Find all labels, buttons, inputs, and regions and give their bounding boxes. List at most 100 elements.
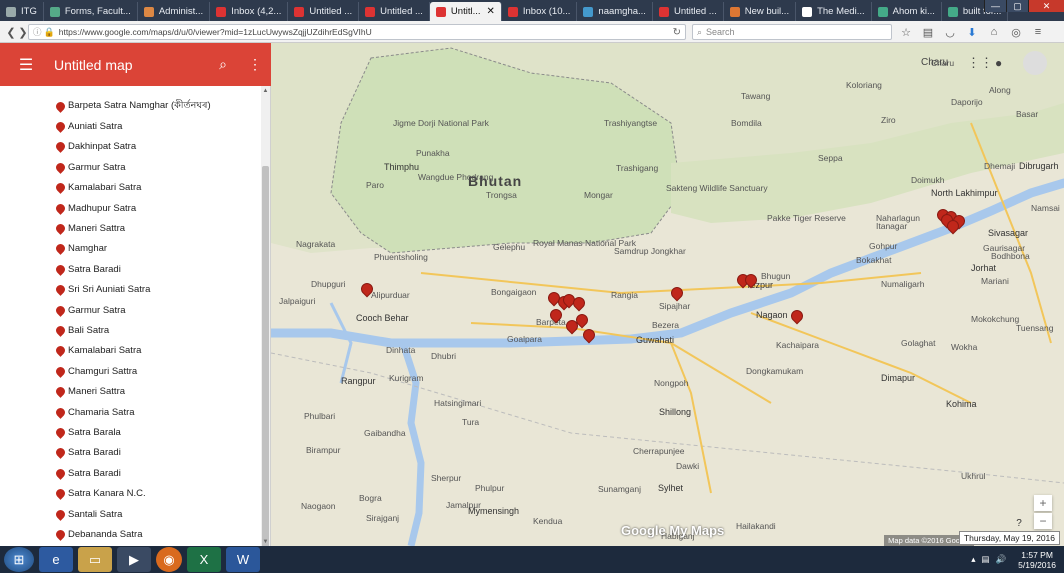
tab-favicon-icon xyxy=(143,6,154,17)
list-item[interactable]: Debananda Satra xyxy=(0,524,270,544)
zoom-out-button[interactable]: − xyxy=(1034,513,1052,529)
list-item[interactable]: Santali Satra xyxy=(0,504,270,524)
tab-label: Untitled ... xyxy=(673,6,717,17)
list-item[interactable]: Satra Barala xyxy=(0,422,270,442)
browser-tab[interactable]: Inbox (10... xyxy=(502,2,578,21)
place-name: Kamalabari Satra xyxy=(68,345,142,357)
zoom-in-button[interactable]: + xyxy=(1034,495,1052,511)
reload-icon[interactable]: ↻ xyxy=(673,27,681,38)
browser-tab[interactable]: Untitled ... xyxy=(653,2,724,21)
list-item[interactable]: Satra Baradi xyxy=(0,443,270,463)
tray-arrow-icon[interactable]: ▴ xyxy=(971,554,975,565)
tab-favicon-icon xyxy=(216,6,227,17)
browser-tab[interactable]: New buil... xyxy=(724,2,797,21)
info-icon: ⓘ xyxy=(33,27,42,37)
volume-icon[interactable]: 🔊 xyxy=(996,554,1007,565)
browser-tab[interactable]: Untitled ... xyxy=(359,2,430,21)
map-place-label: Samdrup Jongkhar xyxy=(614,246,686,256)
word-icon[interactable]: W xyxy=(226,547,260,572)
map-canvas[interactable]: Bhutan Thimphu Paro Punakha Wangdue Phodrang… xyxy=(271,43,1064,546)
map-place-label: Dhemaji xyxy=(984,161,1016,171)
list-item[interactable]: Dakhinpat Satra xyxy=(0,137,270,157)
url-bar[interactable]: ⓘ 🔒 https://www.google.com/maps/d/u/0/vi… xyxy=(28,24,686,40)
file-explorer-icon[interactable]: ▭ xyxy=(78,547,112,572)
map-place-label: Hatsingimari xyxy=(434,398,482,408)
list-item[interactable]: Chamguri Sattra xyxy=(0,361,270,381)
pocket-icon[interactable]: ◡ xyxy=(942,24,958,40)
browser-tab[interactable]: Inbox (4,2... xyxy=(210,2,289,21)
tab-label: New buil... xyxy=(744,6,790,17)
help-button[interactable]: ? xyxy=(1011,515,1027,531)
minimize-button[interactable]: — xyxy=(984,0,1006,12)
list-item[interactable]: Garmur Satra xyxy=(0,300,270,320)
search-icon[interactable]: ⌕ xyxy=(207,56,239,73)
browser-tab[interactable]: Administ... xyxy=(138,2,211,21)
close-tab-icon[interactable]: ✕ xyxy=(486,6,494,17)
map-title: Untitled map xyxy=(54,56,133,73)
browser-search-input[interactable]: ⌕ Search xyxy=(692,24,892,40)
system-clock[interactable]: 1:57 PM 5/19/2016 xyxy=(1018,550,1056,570)
list-item[interactable]: Barpeta Satra Namghar (কীৰ্তনঘৰ) xyxy=(0,96,270,116)
map-place-label: Basar xyxy=(1016,109,1039,119)
map-pin-icon xyxy=(54,466,67,480)
start-button[interactable]: ⊞ xyxy=(4,547,34,572)
list-item[interactable]: Satra Kanara N.C. xyxy=(0,483,270,503)
tab-label: The Medi... xyxy=(817,6,865,17)
download-icon[interactable]: ⬇ xyxy=(964,24,980,40)
browser-tab[interactable]: The Medi... xyxy=(796,2,872,21)
list-item[interactable]: Madhupur Satra xyxy=(0,198,270,218)
list-item[interactable]: Kamalabari Satra xyxy=(0,178,270,198)
map-pin-icon xyxy=(54,99,67,113)
map-pin-icon xyxy=(54,385,67,399)
map-place-label: Bokakhat xyxy=(856,255,892,265)
notifications-icon[interactable]: ● xyxy=(995,55,1011,71)
reading-list-icon[interactable]: ▤ xyxy=(920,24,936,40)
network-icon[interactable]: ▤ xyxy=(982,554,990,565)
browser-tab[interactable]: Ahom ki... xyxy=(872,2,942,21)
tab-label: naamgha... xyxy=(598,6,646,17)
sidebar-scrollbar[interactable]: ▲ ▼ xyxy=(261,86,270,566)
list-item[interactable]: Chamaria Satra xyxy=(0,402,270,422)
bookmark-star-icon[interactable]: ☆ xyxy=(898,24,914,40)
media-player-icon[interactable]: ▶ xyxy=(117,547,151,572)
chat-icon[interactable]: ◎ xyxy=(1008,24,1024,40)
list-item[interactable]: Maneri Sattra xyxy=(0,381,270,401)
more-options-icon[interactable]: ⋮ xyxy=(239,56,271,73)
map-place-label: Nagaon xyxy=(756,310,788,320)
list-item[interactable]: Satra Baradi xyxy=(0,463,270,483)
list-item[interactable]: Sri Sri Auniati Satra xyxy=(0,280,270,300)
browser-tab[interactable]: ITG xyxy=(0,2,44,21)
map-pin-icon xyxy=(54,262,67,276)
internet-explorer-icon[interactable]: e xyxy=(39,547,73,572)
list-item[interactable]: Namghar xyxy=(0,239,270,259)
map-place-label: Dawki xyxy=(676,461,700,471)
map-place-label: Dhubri xyxy=(431,351,457,361)
maximize-button[interactable]: ▢ xyxy=(1006,0,1028,12)
hamburger-menu-icon[interactable]: ≡ xyxy=(1030,24,1046,40)
browser-tab[interactable]: Forms, Facult... xyxy=(44,2,138,21)
map-place-label: Bongaigaon xyxy=(491,287,537,297)
apps-grid-icon[interactable]: ⋮⋮ xyxy=(967,55,993,71)
close-window-button[interactable]: ✕ xyxy=(1028,0,1064,12)
list-item[interactable]: Bali Satra xyxy=(0,320,270,340)
home-icon[interactable]: ⌂ xyxy=(986,24,1002,40)
avatar[interactable] xyxy=(1023,51,1047,75)
firefox-icon[interactable]: ◉ xyxy=(156,547,182,572)
tab-favicon-icon xyxy=(583,6,594,17)
tab-label: ITG xyxy=(21,6,37,17)
scroll-down-arrow-icon[interactable]: ▼ xyxy=(261,537,270,546)
excel-icon[interactable]: X xyxy=(187,547,221,572)
list-item[interactable]: Satra Baradi xyxy=(0,259,270,279)
list-item[interactable]: Auniati Satra xyxy=(0,116,270,136)
scroll-up-arrow-icon[interactable]: ▲ xyxy=(261,86,270,95)
menu-icon[interactable]: ☰ xyxy=(6,55,46,75)
list-item[interactable]: Garmur Satra xyxy=(0,157,270,177)
list-item[interactable]: Kamalabari Satra xyxy=(0,341,270,361)
scrollbar-thumb[interactable] xyxy=(262,166,269,566)
browser-tab[interactable]: Untitl... ✕ xyxy=(429,2,502,21)
browser-tab[interactable]: naamgha... xyxy=(577,2,653,21)
list-item[interactable]: Maneri Sattra xyxy=(0,218,270,238)
map-place-label: Nagrakata xyxy=(296,239,336,249)
browser-tab[interactable]: Untitled ... xyxy=(288,2,360,21)
map-place-label: Numaligarh xyxy=(881,279,925,289)
